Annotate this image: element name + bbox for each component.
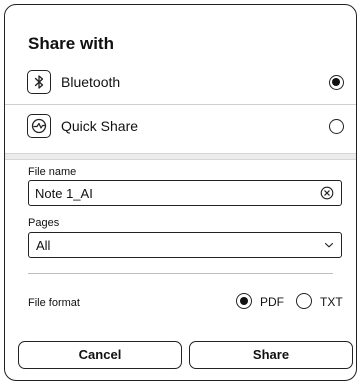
- pages-label: Pages: [28, 217, 60, 229]
- pages-selected-value: All: [36, 238, 51, 253]
- clear-icon[interactable]: [320, 186, 334, 200]
- share-button[interactable]: Share: [189, 341, 353, 369]
- txt-radio[interactable]: [296, 293, 312, 309]
- share-option-quick-share[interactable]: Quick Share: [5, 105, 356, 149]
- share-option-label: Quick Share: [61, 118, 139, 134]
- dialog-title: Share with: [28, 34, 114, 53]
- pdf-radio[interactable]: [236, 293, 252, 309]
- format-label-pdf: PDF: [260, 295, 284, 309]
- cancel-button[interactable]: Cancel: [18, 341, 182, 369]
- file-name-label: File name: [28, 166, 77, 178]
- format-divider: [28, 273, 333, 274]
- section-divider: [5, 153, 356, 160]
- share-option-label: Bluetooth: [61, 74, 121, 90]
- file-format-label: File format: [28, 297, 80, 309]
- quick-share-icon: [27, 114, 51, 138]
- share-dialog: Share with Bluetooth Quick Share File na…: [4, 4, 357, 381]
- format-label-txt: TXT: [320, 295, 343, 309]
- bluetooth-icon: [27, 70, 51, 94]
- quick-share-radio[interactable]: [329, 119, 344, 134]
- share-option-bluetooth[interactable]: Bluetooth: [5, 61, 356, 105]
- chevron-down-icon: [324, 242, 334, 248]
- file-name-field[interactable]: [28, 180, 342, 206]
- bluetooth-radio[interactable]: [329, 75, 344, 90]
- file-name-input[interactable]: [35, 184, 305, 202]
- pages-select[interactable]: All: [28, 232, 342, 258]
